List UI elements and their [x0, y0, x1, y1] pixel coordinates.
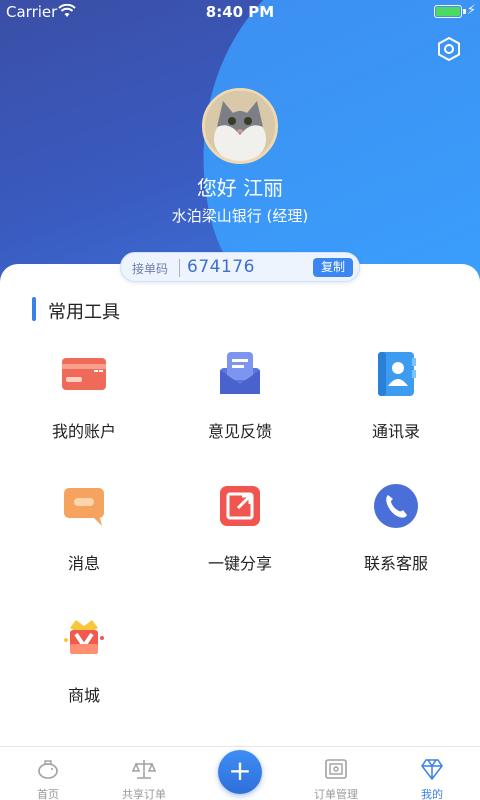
tab-order-management[interactable]: 订单管理 [288, 747, 384, 800]
order-code-label: 接单码 [132, 262, 169, 276]
divider [179, 259, 180, 277]
shop-icon [60, 614, 108, 662]
section-title: 常用工具 [48, 302, 120, 323]
settings-icon[interactable] [436, 36, 462, 62]
tool-shop[interactable]: 商城 [4, 614, 164, 724]
plus-icon: + [228, 754, 252, 787]
tool-label: 通讯录 [371, 422, 420, 441]
tool-share[interactable]: 一键分享 [160, 482, 320, 592]
contacts-icon [372, 350, 420, 398]
tool-feedback[interactable]: 意见反馈 [160, 350, 320, 460]
charging-icon: ⚡ [466, 3, 476, 18]
tab-mine[interactable]: 我的 [384, 747, 480, 800]
tab-label: 订单管理 [314, 788, 358, 800]
tool-label: 我的账户 [51, 422, 116, 441]
tab-label: 首页 [37, 788, 59, 800]
tool-label: 消息 [67, 554, 100, 573]
piggy-bank-icon [36, 757, 60, 781]
order-code-pill: 接单码 674176 复制 [120, 252, 360, 282]
status-bar: Carrier 8:40 PM ⚡ [0, 0, 480, 24]
card-icon [60, 350, 108, 398]
tab-label: 共享订单 [122, 788, 166, 800]
tool-label: 一键分享 [207, 554, 272, 573]
tool-label: 意见反馈 [207, 422, 272, 441]
clock: 8:40 PM [205, 3, 275, 21]
tool-label: 商城 [67, 686, 100, 705]
tool-contacts[interactable]: 通讯录 [316, 350, 476, 460]
add-button[interactable]: + [218, 750, 262, 794]
tab-label: 我的 [421, 788, 443, 800]
tab-shared-orders[interactable]: 共享订单 [96, 747, 192, 800]
battery-tip [463, 9, 466, 14]
tool-messages[interactable]: 消息 [4, 482, 164, 592]
safe-icon [324, 757, 348, 781]
section-accent-bar [32, 297, 36, 321]
tab-home[interactable]: 首页 [0, 747, 96, 800]
diamond-icon [420, 757, 444, 781]
scale-icon [131, 757, 157, 781]
feedback-icon [216, 350, 264, 398]
tool-label: 联系客服 [363, 554, 428, 573]
share-icon [216, 482, 264, 530]
order-code-value: 674176 [187, 257, 255, 277]
company-text: 水泊梁山银行 (经理) [171, 207, 309, 225]
greeting-text: 您好 江丽 [196, 176, 284, 200]
tool-customer-service[interactable]: 联系客服 [316, 482, 476, 592]
copy-button[interactable]: 复制 [313, 258, 353, 277]
message-icon [60, 482, 108, 530]
phone-icon [372, 482, 420, 530]
battery-icon [434, 5, 462, 18]
avatar[interactable] [202, 88, 278, 164]
tool-my-account[interactable]: 我的账户 [4, 350, 164, 460]
